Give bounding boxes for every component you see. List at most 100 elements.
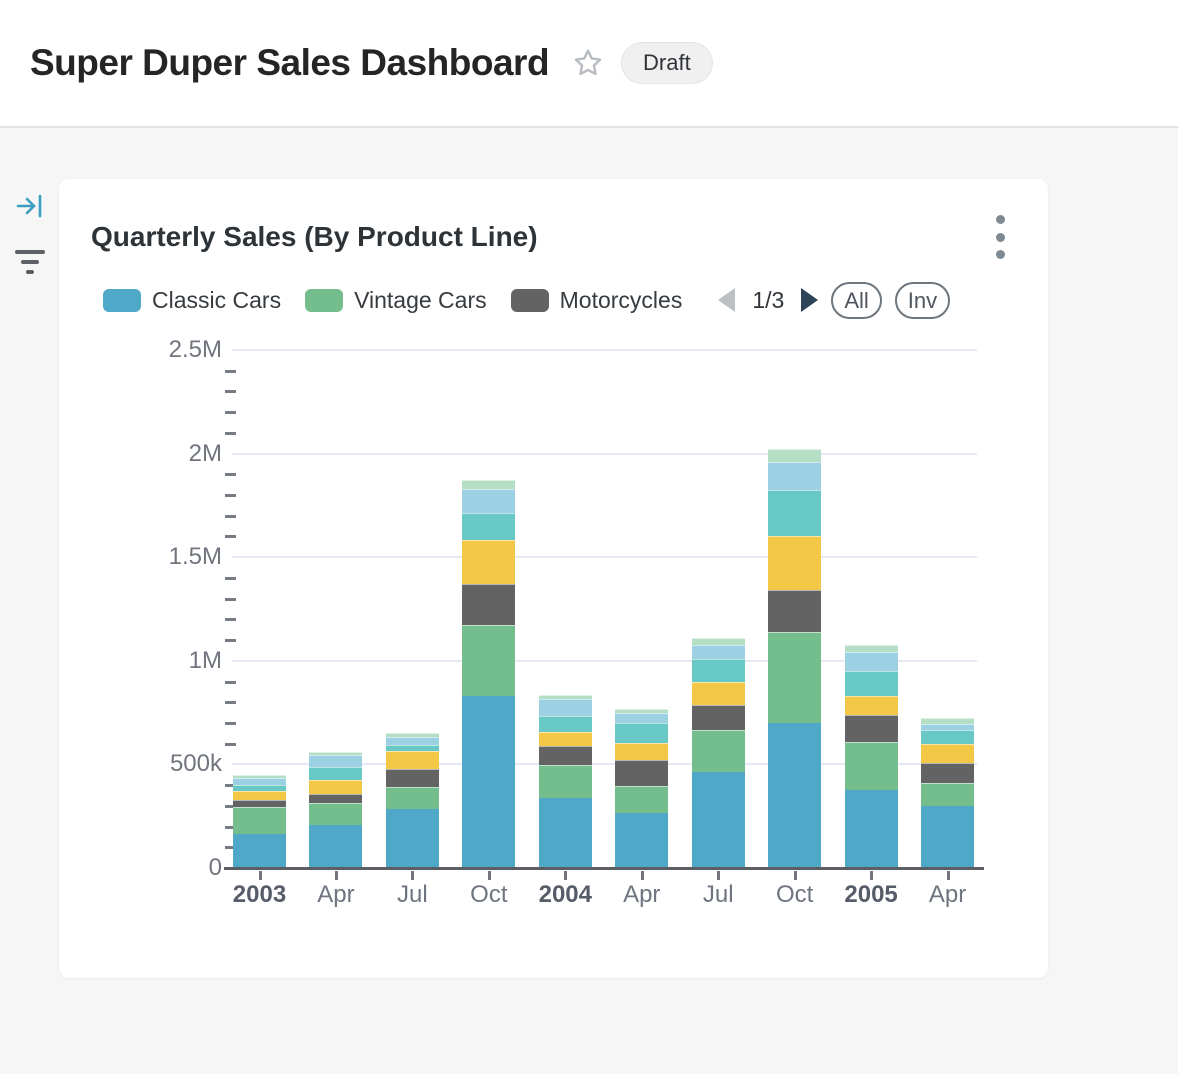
bar-segment-vintage-cars bbox=[386, 787, 439, 809]
bar-segment-unlabeled-yellow bbox=[539, 732, 592, 746]
x-axis-tick bbox=[564, 871, 567, 880]
bar-segment-unlabeled-teal bbox=[539, 716, 592, 732]
x-axis-tick bbox=[870, 871, 873, 880]
legend-all-button[interactable]: All bbox=[831, 282, 881, 319]
bar-segment-motorcycles bbox=[462, 584, 515, 625]
x-axis-tick bbox=[488, 871, 491, 880]
bar-segment-unlabeled-yellow bbox=[615, 743, 668, 760]
legend-prev-icon[interactable] bbox=[718, 288, 735, 312]
bar-segment-unlabeled-light-blue bbox=[845, 652, 898, 671]
bar-segment-motorcycles bbox=[615, 760, 668, 786]
legend-row: Classic CarsVintage CarsMotorcycles 1/3 … bbox=[103, 281, 1012, 319]
x-axis-tick-label: Apr bbox=[296, 881, 376, 909]
bar-segment-unlabeled-yellow bbox=[768, 536, 821, 590]
stacked-bar-jul-2[interactable] bbox=[386, 733, 439, 868]
bar-segment-vintage-cars bbox=[309, 803, 362, 824]
legend-label: Classic Cars bbox=[152, 287, 281, 314]
stacked-bar-oct-7[interactable] bbox=[768, 449, 821, 868]
bar-segment-vintage-cars bbox=[233, 807, 286, 834]
stacked-bar-apr-1[interactable] bbox=[309, 752, 362, 868]
bar-segment-unlabeled-yellow bbox=[921, 744, 974, 763]
favorite-star-icon[interactable] bbox=[571, 46, 605, 80]
legend-next-icon[interactable] bbox=[801, 288, 818, 312]
chart-title: Quarterly Sales (By Product Line) bbox=[91, 221, 538, 253]
bar-segment-unlabeled-light-blue bbox=[692, 645, 745, 659]
bar-segment-unlabeled-light-blue bbox=[386, 737, 439, 745]
bar-segment-motorcycles bbox=[845, 715, 898, 742]
bar-segment-classic-cars bbox=[921, 806, 974, 868]
bar-segment-unlabeled-light-blue bbox=[539, 699, 592, 716]
bar-segment-motorcycles bbox=[768, 590, 821, 632]
x-axis-tick-label: 2003 bbox=[220, 881, 300, 909]
bar-segment-vintage-cars bbox=[462, 625, 515, 696]
x-axis-tick bbox=[947, 871, 950, 880]
collapse-panel-icon[interactable] bbox=[14, 190, 46, 222]
bar-segment-unlabeled-light-green bbox=[462, 480, 515, 489]
x-axis-tick-label: 2004 bbox=[525, 881, 605, 909]
x-axis-tick bbox=[411, 871, 414, 880]
stacked-bar-2004-4[interactable] bbox=[539, 695, 592, 868]
stacked-bar-oct-3[interactable] bbox=[462, 480, 515, 868]
x-axis-tick bbox=[794, 871, 797, 880]
page-title: Super Duper Sales Dashboard bbox=[30, 42, 549, 84]
bar-segment-vintage-cars bbox=[921, 783, 974, 806]
gridline bbox=[232, 349, 977, 351]
bar-segment-classic-cars bbox=[386, 809, 439, 868]
legend-pager: 1/3 bbox=[718, 287, 818, 314]
app-header: Super Duper Sales Dashboard Draft bbox=[0, 0, 1178, 128]
bar-segment-unlabeled-yellow bbox=[386, 751, 439, 769]
bar-segment-unlabeled-yellow bbox=[309, 780, 362, 794]
bar-segment-vintage-cars bbox=[768, 632, 821, 723]
legend-item-vintage-cars[interactable]: Vintage Cars bbox=[305, 287, 487, 314]
bar-segment-unlabeled-yellow bbox=[233, 791, 286, 800]
x-axis-tick bbox=[717, 871, 720, 880]
x-axis-tick-label: Jul bbox=[678, 881, 758, 909]
legend-label: Vintage Cars bbox=[354, 287, 487, 314]
gridline bbox=[232, 453, 977, 455]
bar-segment-unlabeled-yellow bbox=[845, 696, 898, 715]
x-axis-tick-label: Apr bbox=[908, 881, 988, 909]
bar-segment-classic-cars bbox=[615, 813, 668, 868]
legend-swatch bbox=[305, 289, 343, 312]
bar-segment-classic-cars bbox=[768, 723, 821, 868]
bar-segment-classic-cars bbox=[462, 696, 515, 868]
bar-segment-motorcycles bbox=[921, 763, 974, 782]
stacked-bar-apr-9[interactable] bbox=[921, 718, 974, 868]
legend-invert-button[interactable]: Inv bbox=[895, 282, 950, 319]
filter-icon[interactable] bbox=[14, 246, 46, 278]
stacked-bar-2003-0[interactable] bbox=[233, 775, 286, 868]
bar-segment-vintage-cars bbox=[845, 742, 898, 790]
bar-segment-unlabeled-light-blue bbox=[615, 713, 668, 723]
bar-segment-vintage-cars bbox=[692, 730, 745, 772]
stacked-bar-2005-8[interactable] bbox=[845, 645, 898, 868]
bar-segment-unlabeled-teal bbox=[462, 513, 515, 540]
bar-segment-unlabeled-light-green bbox=[845, 645, 898, 652]
legend-items: Classic Cars Vintage Cars Motorcycles bbox=[103, 287, 706, 314]
legend-item-classic-cars[interactable]: Classic Cars bbox=[103, 287, 281, 314]
bar-segment-vintage-cars bbox=[539, 765, 592, 798]
bar-segment-unlabeled-teal bbox=[845, 671, 898, 696]
bar-segment-classic-cars bbox=[539, 798, 592, 868]
legend-item-motorcycles[interactable]: Motorcycles bbox=[511, 287, 683, 314]
x-axis-tick-label: 2005 bbox=[831, 881, 911, 909]
bar-segment-classic-cars bbox=[692, 772, 745, 868]
bar-segment-motorcycles bbox=[539, 746, 592, 765]
bar-segment-unlabeled-light-green bbox=[692, 638, 745, 645]
x-axis-tick-label: Oct bbox=[755, 881, 835, 909]
bar-segment-unlabeled-yellow bbox=[462, 540, 515, 585]
status-badge: Draft bbox=[621, 42, 713, 84]
bar-segment-unlabeled-teal bbox=[921, 730, 974, 744]
legend-label: Motorcycles bbox=[560, 287, 683, 314]
bar-segment-classic-cars bbox=[233, 834, 286, 868]
card-menu-kebab-icon[interactable] bbox=[988, 215, 1012, 259]
bar-segment-motorcycles bbox=[386, 769, 439, 787]
stacked-bar-apr-5[interactable] bbox=[615, 709, 668, 868]
bar-segment-motorcycles bbox=[309, 794, 362, 803]
x-axis-tick-label: Apr bbox=[602, 881, 682, 909]
bar-segment-unlabeled-light-blue bbox=[233, 778, 286, 785]
stacked-bar-jul-6[interactable] bbox=[692, 638, 745, 868]
legend-swatch bbox=[511, 289, 549, 312]
bar-segment-unlabeled-light-blue bbox=[462, 489, 515, 513]
bar-segment-unlabeled-teal bbox=[768, 490, 821, 536]
x-axis-tick-label: Jul bbox=[372, 881, 452, 909]
